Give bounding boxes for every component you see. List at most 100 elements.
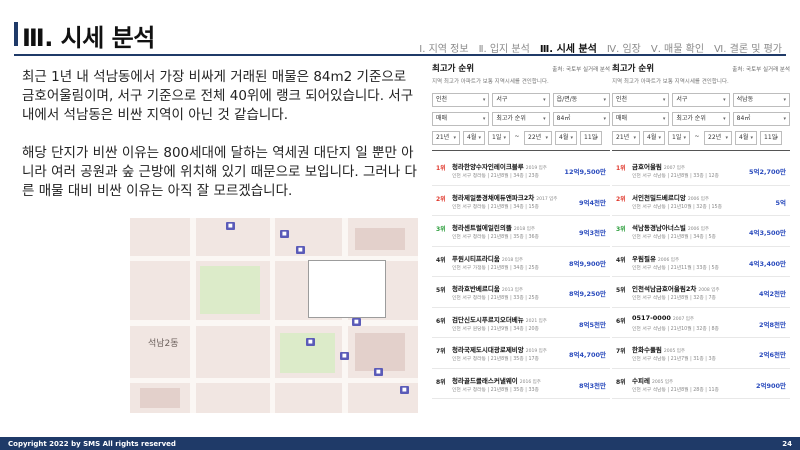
map-building	[140, 388, 180, 408]
title-accent-bar	[14, 22, 18, 46]
built-year: 2005 입주	[663, 349, 686, 354]
page-title: Ⅲ. 시세 분석	[22, 24, 155, 52]
rank-number: 5위	[436, 287, 446, 294]
rank-item[interactable]: 1위 청라한양수자인레이크블루 2019 입주 인천 서구 청라동 | 21년8월 |…	[432, 155, 610, 186]
map-price-marker[interactable]: ■	[400, 386, 409, 394]
built-year: 2006 입주	[687, 227, 709, 232]
apartment-name-text: 청라호반베르디움	[452, 285, 500, 293]
region-select[interactable]: 인천 ▾	[432, 93, 490, 107]
section-nav: Ⅰ. 지역 정보 Ⅱ. 입지 분석 Ⅲ. 시세 분석 Ⅳ. 임장 Ⅴ. 매물 확…	[419, 40, 782, 55]
map-price-marker[interactable]: ■	[352, 318, 361, 326]
district-select[interactable]: 서구 ▾	[672, 93, 730, 107]
map-price-marker[interactable]: ■	[296, 246, 305, 254]
rank-item[interactable]: 6위 검단신도시푸르지오더베뉴 2021 입주 인천 서구 원당동 | 21년9월 |…	[432, 308, 610, 338]
deal-meta: 인천 서구 원당동 | 21년9월 | 34층 | 20층	[452, 326, 539, 332]
nav-item-visit[interactable]: Ⅳ. 임장	[607, 40, 641, 55]
built-year: 2019 입주	[525, 166, 547, 171]
period-separator: ~	[693, 131, 701, 145]
rank-list: 1위 금호어울림 2007 입주 인천 서구 석남동 | 21년8월 | 33층 | …	[612, 155, 790, 399]
rank-item[interactable]: 4위 푸원시티프라디움 2018 입주 인천 서구 가정동 | 21년8월 | 34층…	[432, 247, 610, 277]
rank-number: 3위	[436, 226, 446, 233]
start-year-select[interactable]: 21년 ▾	[432, 131, 460, 145]
rank-item[interactable]: 2위 청라제일풍경채에듀앤파크2차 2017 입주 인천 서구 청라동 | 21년8월…	[432, 186, 610, 216]
rank-item[interactable]: 2위 서인천밀드베르디앙 2006 입주 인천 서구 석남동 | 21년10월 | 3…	[612, 186, 790, 216]
nav-item-conclusion[interactable]: Ⅵ. 결론 및 평가	[714, 40, 782, 55]
rank-item[interactable]: 1위 금호어울림 2007 입주 인천 서구 석남동 | 21년8월 | 33층 | …	[612, 155, 790, 186]
rank-number: 5위	[616, 287, 626, 294]
deal-price: 12억9,500만	[564, 168, 606, 176]
nav-item-price[interactable]: Ⅲ. 시세 분석	[540, 40, 597, 55]
start-month-select[interactable]: 4월 ▾	[463, 131, 485, 145]
sort-select[interactable]: 최고가 순위 ▾	[672, 112, 730, 126]
start-year-select[interactable]: 21년 ▾	[612, 131, 640, 145]
end-day-select[interactable]: 11일 ▾	[760, 131, 782, 145]
rank-number: 4위	[436, 256, 446, 264]
deal-price: 9억4천만	[579, 198, 606, 207]
built-year: 2018 입주	[501, 257, 524, 263]
panel-source: 출처: 국토부 실거래 분석	[552, 67, 610, 73]
map-price-marker[interactable]: ■	[226, 222, 235, 230]
nav-item-listing[interactable]: Ⅴ. 매물 확인	[651, 40, 704, 55]
deal-price: 8억9,250만	[568, 290, 606, 298]
map-price-marker[interactable]: ■	[306, 338, 315, 346]
apartment-name-text: 청라국제도시대광로제비앙	[452, 346, 524, 354]
rank-item[interactable]: 7위 한화수풀림 2005 입주 인천 서구 석남동 | 21년7월 | 31층 | …	[612, 338, 790, 369]
map-park	[200, 266, 260, 314]
rank-item[interactable]: 7위 청라국제도시대광로제비앙 2019 입주 인천 서구 청라동 | 21년8월 |…	[432, 338, 610, 369]
rank-number: 1위	[436, 165, 446, 172]
end-month-select[interactable]: 4월 ▾	[555, 131, 577, 145]
ranking-panel-district: 최고가 순위 출처: 국토부 실거래 분석 지역 최고가 아파트가 보통 지역시…	[432, 62, 610, 412]
rank-item[interactable]: 3위 석남동경남아너스빌 2006 입주 인천 서구 석남동 | 21년8월 | 34…	[612, 216, 790, 247]
nav-item-region[interactable]: Ⅰ. 지역 정보	[419, 40, 468, 55]
apartment-name-text: 청라제일풍경채에듀앤파크2차	[452, 193, 535, 202]
sort-select[interactable]: 최고가 순위 ▾	[492, 112, 550, 126]
area-select[interactable]: 84㎡ ▾	[732, 112, 790, 126]
region-select[interactable]: 인천 ▾	[612, 93, 670, 107]
rank-number: 2위	[616, 195, 626, 203]
start-month-select[interactable]: 4월 ▾	[643, 131, 665, 145]
rank-item[interactable]: 5위 청라호반베르디움 2013 입주 인천 서구 청라동 | 21년8월 | 33층…	[432, 277, 610, 308]
apartment-name: 청라국제도시대광로제비앙 2019 입주	[452, 344, 547, 354]
end-month-select[interactable]: 4월 ▾	[735, 131, 757, 145]
built-year: 2018 입주	[513, 227, 535, 232]
deal-price: 8억4,700만	[568, 351, 606, 359]
deal-type-select[interactable]: 매매 ▾	[612, 112, 670, 126]
panel-title: 최고가 순위	[612, 64, 655, 74]
rank-item[interactable]: 8위 청라골드클래스커낼웨이 2016 입주 인천 서구 청라동 | 21년8월 | …	[432, 369, 610, 399]
deal-price: 8억3천만	[579, 381, 606, 390]
district-select[interactable]: 서구 ▾	[492, 93, 550, 107]
map-price-marker[interactable]: ■	[374, 368, 383, 376]
map-price-marker[interactable]: ■	[340, 352, 349, 360]
apartment-name: 인천석남금호어울림2차 2008 입주	[632, 283, 720, 293]
area-select[interactable]: 84㎡ ▾	[552, 112, 610, 126]
deal-meta: 인천 서구 석남동 | 21년8월 | 28층 | 11층	[632, 387, 719, 393]
apartment-name-text: 청라센트럴에일린의뜰	[452, 224, 512, 232]
rank-item[interactable]: 8위 수피레 2005 입주 인천 서구 석남동 | 21년8월 | 28층 | 11…	[612, 369, 790, 399]
rank-item[interactable]: 6위 0517-0000 2007 입주 인천 서구 석남동 | 21년10월 | 3…	[612, 308, 790, 338]
end-day-select[interactable]: 11일 ▾	[580, 131, 602, 145]
rank-number: 7위	[616, 348, 626, 355]
end-year-select[interactable]: 22년 ▾	[704, 131, 732, 145]
dong-select[interactable]: 석남동 ▾	[732, 93, 790, 107]
panel-title: 최고가 순위	[432, 64, 475, 74]
map-view[interactable]: ■ ■ ■ ■ ■ ■ ■ ■ ■ ■ 석남2동	[130, 218, 418, 413]
start-day-select[interactable]: 1일 ▾	[668, 131, 690, 145]
deal-type-select[interactable]: 매매 ▾	[432, 112, 490, 126]
copyright: Copyright 2022 by SMS All rights reserve…	[8, 439, 176, 448]
apartment-name: 푸원시티프라디움 2018 입주	[452, 253, 523, 263]
rank-number: 6위	[436, 317, 446, 325]
apartment-name: 수피레 2005 입주	[632, 375, 673, 385]
rank-number: 3위	[616, 226, 626, 233]
rank-number: 8위	[436, 378, 446, 386]
rank-item[interactable]: 4위 우림필유 2006 입주 인천 서구 석남동 | 21년11월 | 33층 | …	[612, 247, 790, 277]
rank-item[interactable]: 3위 청라센트럴에일린의뜰 2018 입주 인천 서구 청라동 | 21년8월 | 3…	[432, 216, 610, 247]
map-price-marker[interactable]: ■	[280, 230, 289, 238]
rank-item[interactable]: 5위 인천석남금호어울림2차 2008 입주 인천 서구 석남동 | 21년8월 | …	[612, 277, 790, 308]
deal-meta: 인천 서구 석남동 | 21년11월 | 33층 | 5층	[632, 265, 719, 271]
dong-select[interactable]: 읍/면/동 ▾	[552, 93, 610, 107]
end-year-select[interactable]: 22년 ▾	[524, 131, 552, 145]
apartment-name-text: 인천석남금호어울림2차	[632, 285, 697, 293]
nav-item-location[interactable]: Ⅱ. 입지 분석	[479, 40, 530, 55]
start-day-select[interactable]: 1일 ▾	[488, 131, 510, 145]
panel-description: 지역 최고가 아파트가 보통 지역시세를 견인합니다.	[432, 79, 549, 85]
